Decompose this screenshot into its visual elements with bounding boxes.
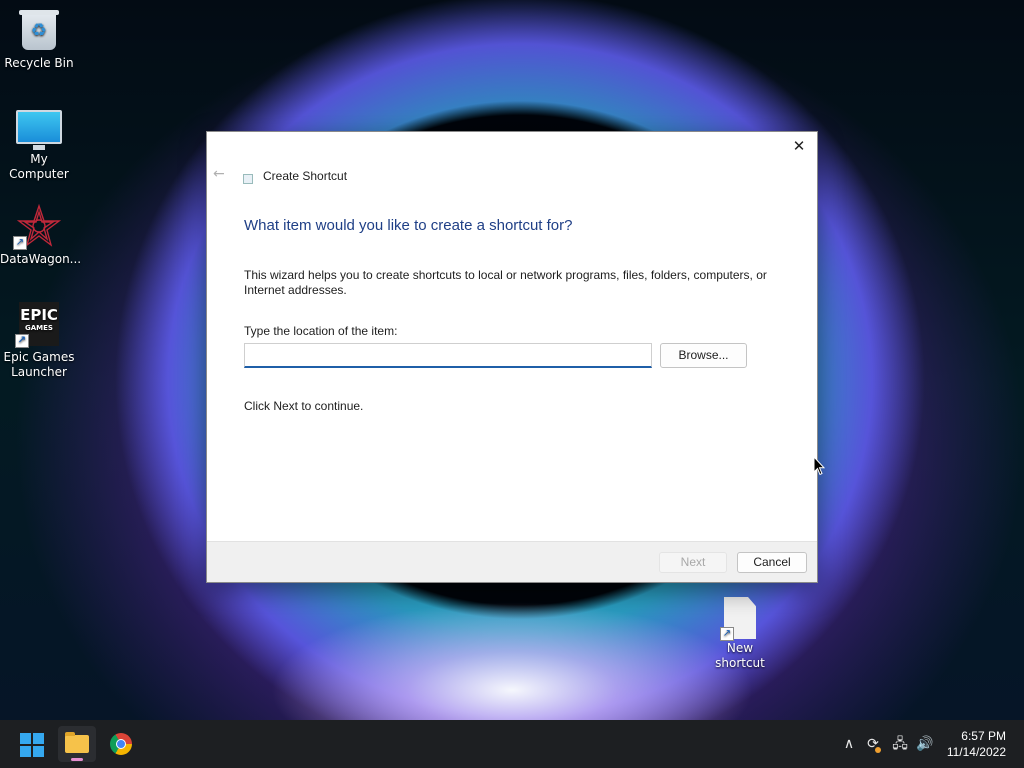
location-label: Type the location of the item: bbox=[244, 324, 398, 338]
browse-button[interactable]: Browse... bbox=[660, 343, 747, 368]
create-shortcut-dialog: ✕ ← Create Shortcut What item would you … bbox=[206, 131, 818, 583]
taskbar: ∧ ⟳ 🖧 🔊 6:57 PM 11/14/2022 bbox=[0, 720, 1024, 768]
taskbar-file-explorer[interactable] bbox=[58, 726, 96, 762]
desktop-icon-new-shortcut[interactable]: ↗ New shortcut bbox=[701, 597, 779, 671]
wizard-heading: What item would you like to create a sho… bbox=[244, 217, 573, 234]
desktop-icon-recycle-bin[interactable]: ♻ Recycle Bin bbox=[0, 10, 78, 71]
volume-icon[interactable]: 🔊 bbox=[915, 734, 935, 754]
dialog-title: Create Shortcut bbox=[263, 169, 348, 183]
cancel-button[interactable]: Cancel bbox=[737, 552, 807, 573]
network-icon[interactable]: 🖧 bbox=[890, 734, 910, 754]
back-arrow-icon[interactable]: ← bbox=[213, 166, 229, 182]
taskbar-chrome[interactable] bbox=[102, 726, 140, 762]
show-hidden-icons-chevron-icon[interactable]: ∧ bbox=[839, 734, 859, 754]
desktop-icon-label: Epic Games Launcher bbox=[3, 350, 75, 379]
computer-monitor-icon bbox=[16, 110, 62, 150]
shortcut-arrow-icon: ↗ bbox=[15, 334, 29, 348]
chrome-icon bbox=[110, 733, 132, 755]
folder-icon bbox=[65, 732, 89, 753]
desktop-icon-label: DataWagon... bbox=[0, 252, 82, 266]
desktop-icon-my-computer[interactable]: My Computer bbox=[0, 106, 78, 182]
shortcut-wizard-icon bbox=[243, 174, 253, 184]
desktop-icon-label: My Computer bbox=[9, 152, 69, 181]
desktop-icon-epic-games[interactable]: EPIC GAMES ↗ Epic Games Launcher bbox=[0, 302, 78, 380]
clock-date: 11/14/2022 bbox=[946, 745, 1006, 759]
desktop-icon-label: Recycle Bin bbox=[4, 56, 74, 70]
dialog-footer: Next Cancel bbox=[207, 541, 817, 582]
wizard-description: This wizard helps you to create shortcut… bbox=[244, 268, 767, 297]
desktop-icon-label: New shortcut bbox=[715, 641, 765, 670]
close-button[interactable]: ✕ bbox=[787, 136, 811, 156]
clock-time: 6:57 PM bbox=[961, 729, 1006, 743]
mouse-cursor-icon bbox=[813, 456, 825, 476]
epic-games-logo-icon: EPIC GAMES ↗ bbox=[15, 302, 59, 348]
continue-instruction: Click Next to continue. bbox=[244, 399, 364, 413]
next-button[interactable]: Next bbox=[659, 552, 727, 573]
update-badge bbox=[875, 747, 881, 753]
active-indicator bbox=[71, 758, 83, 761]
datawagon-logo-icon: ↗ bbox=[13, 203, 62, 250]
recycle-bin-icon: ♻ bbox=[19, 10, 59, 50]
start-button[interactable] bbox=[13, 726, 51, 762]
shortcut-arrow-icon: ↗ bbox=[13, 236, 27, 250]
desktop-icon-datawagon[interactable]: ↗ DataWagon... bbox=[0, 203, 82, 267]
taskbar-clock[interactable]: 6:57 PM 11/14/2022 bbox=[947, 728, 1006, 760]
location-input[interactable] bbox=[244, 343, 652, 368]
shortcut-arrow-icon: ↗ bbox=[720, 627, 734, 641]
